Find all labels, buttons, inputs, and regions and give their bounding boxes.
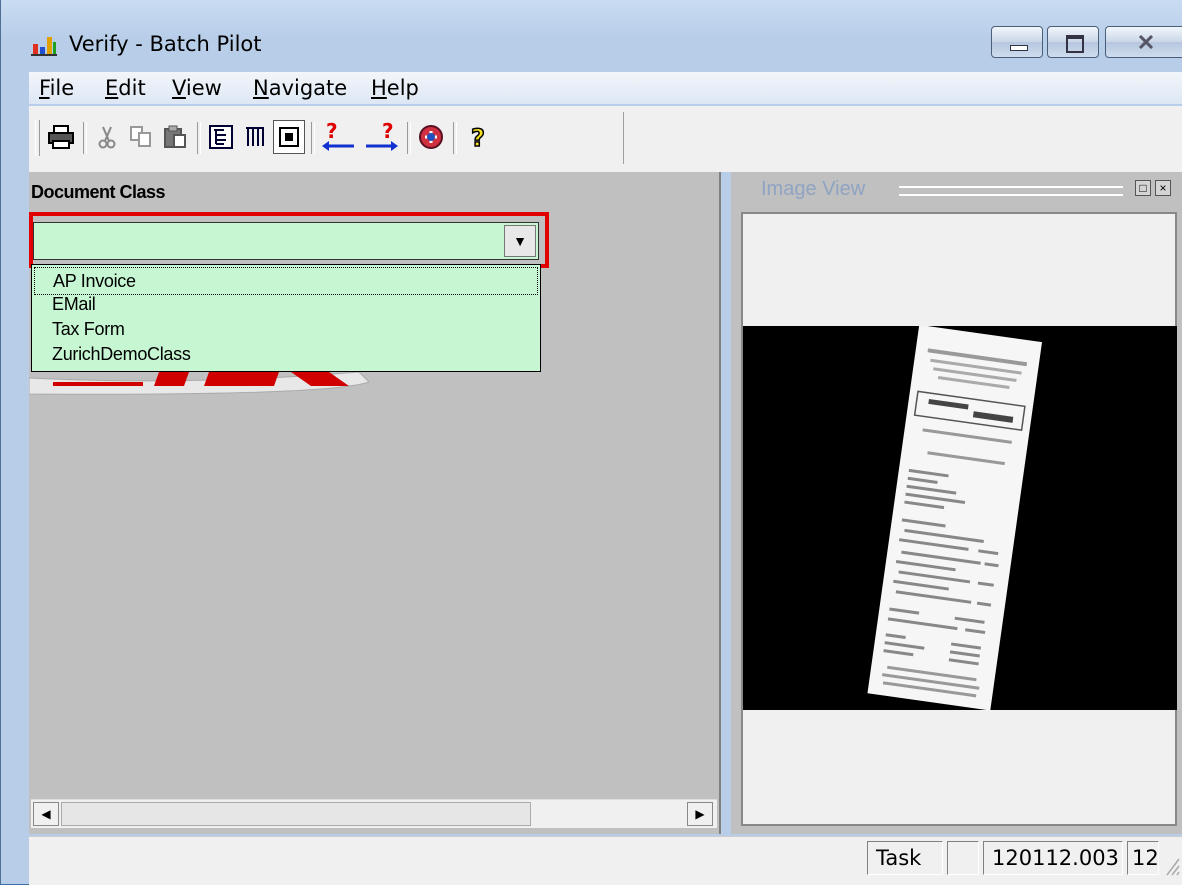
scroll-right-button[interactable]: ▶	[687, 802, 713, 826]
image-view-panel: Image View □ ×	[731, 172, 1182, 834]
menu-bar: File Edit View Navigate Help	[29, 72, 1182, 104]
minimize-button[interactable]	[991, 26, 1043, 58]
logo-image	[29, 372, 369, 395]
sync-button[interactable]	[415, 120, 447, 154]
prev-question-icon: ?	[322, 122, 354, 151]
toolbar-separator	[407, 122, 411, 154]
copy-icon	[130, 126, 151, 147]
dropdown-option[interactable]: EMail	[52, 291, 96, 317]
toolbar-separator	[197, 122, 201, 154]
menu-navigate[interactable]: Navigate	[253, 76, 347, 100]
scroll-thumb[interactable]	[61, 802, 531, 826]
cut-button[interactable]	[91, 120, 123, 154]
image-view-title: Image View	[761, 178, 866, 200]
scroll-left-button[interactable]: ◀	[33, 802, 59, 826]
arrow-left-icon: ◀	[41, 807, 51, 821]
status-batch-id: 120112.003	[983, 841, 1123, 875]
receipt-image	[867, 324, 1043, 711]
print-button[interactable]	[45, 120, 77, 154]
chevron-down-icon: ▼	[513, 233, 527, 249]
document-class-dropdown-list: AP Invoice EMail Tax Form ZurichDemoClas…	[31, 264, 541, 372]
status-bar: Task 120112.003 12	[29, 836, 1182, 885]
arrow-right-icon: ▶	[695, 807, 705, 821]
status-count: 12	[1127, 841, 1159, 875]
menu-file[interactable]: File	[39, 76, 74, 100]
scanned-image-area	[743, 324, 1177, 711]
grid-view-icon	[246, 127, 264, 146]
sync-icon	[419, 125, 443, 149]
status-empty-cell	[947, 841, 979, 875]
toolbar-separator	[311, 122, 315, 154]
toolbar-separator	[83, 122, 87, 154]
dropdown-option[interactable]: Tax Form	[52, 316, 125, 342]
grid-view-button[interactable]	[239, 120, 271, 154]
menu-view[interactable]: View	[172, 76, 222, 100]
restore-icon	[1066, 35, 1084, 53]
menu-edit[interactable]: Edit	[105, 76, 146, 100]
svg-text:?: ?	[382, 122, 394, 143]
paste-icon	[164, 125, 186, 148]
copy-button[interactable]	[125, 120, 157, 154]
image-viewer[interactable]	[741, 212, 1177, 826]
document-class-panel: Document Class ▼ AP Invoice EMail Tax Fo…	[29, 172, 721, 834]
cut-icon	[98, 126, 116, 149]
dropdown-option[interactable]: AP Invoice	[34, 267, 538, 295]
single-view-icon	[279, 127, 299, 147]
horizontal-scrollbar[interactable]: ◀ ▶	[31, 799, 717, 828]
print-icon	[48, 125, 74, 149]
help-icon: ?	[470, 124, 485, 150]
main-window: Verify - Batch Pilot File Edit View Navi…	[0, 0, 1182, 885]
paste-button[interactable]	[159, 120, 191, 154]
combo-dropdown-button[interactable]: ▼	[504, 225, 536, 257]
next-question-button[interactable]: ?	[361, 120, 401, 154]
tree-view-icon	[209, 125, 233, 149]
app-chart-icon	[31, 37, 57, 56]
status-task: Task	[867, 841, 943, 875]
svg-text:?: ?	[471, 124, 485, 150]
document-class-label: Document Class	[31, 182, 166, 202]
panel-gripper[interactable]	[899, 186, 1123, 196]
svg-text:?: ?	[326, 122, 338, 143]
close-icon	[1138, 35, 1154, 49]
toolbar-grip[interactable]	[35, 120, 40, 156]
resize-grip-icon[interactable]	[1163, 851, 1181, 877]
next-question-icon: ?	[366, 122, 398, 151]
prev-question-button[interactable]: ?	[319, 120, 359, 154]
single-view-button[interactable]	[273, 120, 305, 154]
close-icon: ×	[1159, 181, 1167, 195]
window-title: Verify - Batch Pilot	[69, 32, 262, 56]
title-bar: Verify - Batch Pilot	[1, 0, 1182, 64]
minimize-icon	[1010, 45, 1028, 51]
close-button[interactable]	[1105, 26, 1182, 58]
toolbar-separator	[453, 122, 457, 154]
tree-view-button[interactable]	[205, 120, 237, 154]
panel-close-button[interactable]: ×	[1155, 180, 1171, 196]
maximize-button[interactable]	[1047, 26, 1099, 58]
document-class-combo[interactable]: ▼	[33, 222, 539, 260]
toolbar-area: ? ? ?	[29, 106, 1182, 172]
dropdown-option[interactable]: ZurichDemoClass	[52, 341, 191, 367]
help-button[interactable]: ?	[463, 120, 495, 154]
panel-float-button[interactable]: □	[1135, 180, 1151, 196]
toolbar: ? ? ?	[29, 112, 624, 164]
menu-help[interactable]: Help	[371, 76, 419, 100]
